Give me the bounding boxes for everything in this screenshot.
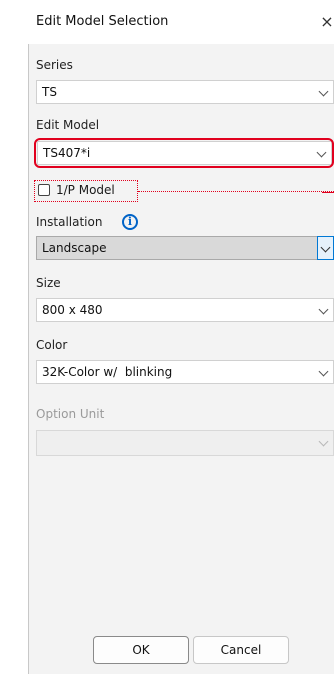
chevron-down-icon [318, 304, 329, 315]
annotation-leader-line [138, 191, 334, 192]
ok-button[interactable]: OK [93, 636, 189, 664]
annotation-leader-tick [322, 192, 334, 193]
chevron-down-icon [320, 242, 331, 253]
chevron-down-icon [318, 86, 329, 97]
color-label: Color [36, 338, 68, 352]
dialog-title: Edit Model Selection [36, 14, 169, 29]
option-unit-select [36, 430, 334, 456]
chevron-down-icon [318, 436, 329, 447]
color-select[interactable]: 32K-Color w/ blinking [36, 360, 334, 384]
option-unit-label: Option Unit [36, 407, 105, 421]
installation-select[interactable]: Landscape [36, 236, 334, 260]
size-label: Size [36, 276, 61, 290]
ip-model-checkbox[interactable] [38, 184, 50, 196]
edit-model-label: Edit Model [36, 118, 100, 132]
installation-dropdown-button[interactable] [317, 236, 334, 260]
info-icon[interactable]: i [122, 214, 138, 230]
close-icon[interactable]: × [320, 12, 334, 31]
installation-value: Landscape [42, 241, 107, 255]
chevron-down-icon [318, 366, 329, 377]
edit-model-highlight [34, 138, 334, 168]
size-value: 800 x 480 [42, 303, 103, 317]
installation-label: Installation [36, 215, 103, 229]
series-value: TS [42, 85, 57, 99]
ip-model-label: 1/P Model [56, 183, 115, 197]
series-label: Series [36, 58, 73, 72]
cancel-button[interactable]: Cancel [193, 636, 289, 664]
size-select[interactable]: 800 x 480 [36, 298, 334, 322]
series-select[interactable]: TS [36, 80, 334, 104]
color-value: 32K-Color w/ blinking [42, 365, 173, 379]
